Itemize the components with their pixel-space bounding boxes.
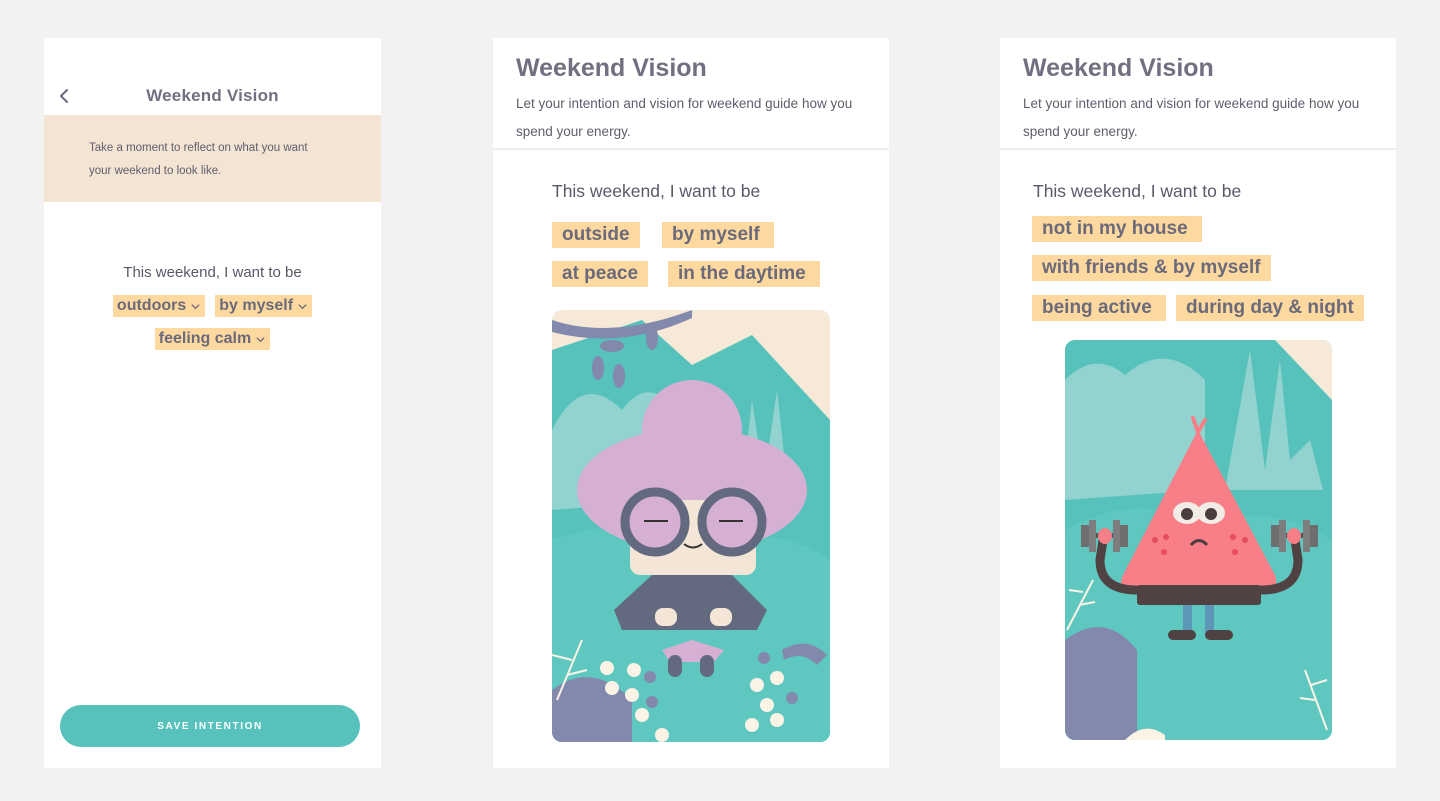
dropdown-value: outdoors <box>116 297 187 314</box>
vision-header: Weekend Vision Let your intention and vi… <box>1000 38 1396 150</box>
vision-calm-screen: Weekend Vision Let your intention and vi… <box>493 38 889 768</box>
save-intention-button[interactable]: SAVE INTENTION <box>60 705 360 747</box>
selection-chip: being active <box>1032 295 1166 321</box>
shoe <box>1168 630 1196 640</box>
selection-chip: in the daytime <box>668 261 820 287</box>
hand <box>710 608 732 626</box>
leg <box>700 655 714 677</box>
intention-prompt: This weekend, I want to be <box>1033 181 1242 201</box>
leaf <box>600 340 624 352</box>
chevron-down-icon <box>191 303 200 309</box>
shorts <box>1137 585 1261 605</box>
pupil <box>1181 508 1193 520</box>
pupil <box>1205 508 1217 520</box>
shoe <box>1205 630 1233 640</box>
meditation-illustration <box>552 310 830 742</box>
vision-title: Weekend Vision <box>516 54 707 82</box>
intention-setup-screen: Weekend Vision Take a moment to reflect … <box>44 38 381 768</box>
selection-chip: by myself <box>662 222 774 248</box>
workout-illustration <box>1065 340 1332 740</box>
selection-row: outdoors by myself <box>44 295 381 317</box>
selection-chip: at peace <box>552 261 649 287</box>
rock <box>1065 627 1137 740</box>
company-dropdown[interactable]: by myself <box>215 295 313 317</box>
vision-active-screen: Weekend Vision Let your intention and vi… <box>1000 38 1396 768</box>
intention-prompt: This weekend, I want to be <box>552 181 761 201</box>
chevron-down-icon <box>256 336 265 342</box>
intention-prompt: This weekend, I want to be <box>123 264 302 281</box>
feeling-dropdown[interactable]: feeling calm <box>154 328 271 350</box>
leg <box>668 655 682 677</box>
hand <box>655 608 677 626</box>
selection-chip: not in my house <box>1032 216 1202 242</box>
selection-chip: during day & night <box>1176 295 1364 321</box>
leaf <box>592 356 604 380</box>
leaf <box>613 364 625 388</box>
selection-row: feeling calm <box>44 328 381 350</box>
vision-header: Weekend Vision Let your intention and vi… <box>493 38 889 150</box>
reflection-banner: Take a moment to reflect on what you wan… <box>44 115 381 202</box>
vision-subtitle: Let your intention and vision for weeken… <box>1023 96 1360 139</box>
top-bar: Weekend Vision <box>44 78 381 116</box>
screen-title: Weekend Vision <box>146 86 279 105</box>
banner-text: Take a moment to reflect on what you wan… <box>89 142 308 177</box>
dropdown-value: feeling calm <box>158 330 252 347</box>
vision-title: Weekend Vision <box>1023 54 1214 82</box>
leaf <box>646 326 658 350</box>
selection-chip: with friends & by myself <box>1032 255 1271 281</box>
vision-subtitle: Let your intention and vision for weeken… <box>516 96 853 139</box>
selection-chip: outside <box>552 222 640 248</box>
place-dropdown[interactable]: outdoors <box>112 295 206 317</box>
chevron-down-icon <box>298 303 307 309</box>
dropdown-value: by myself <box>219 297 294 314</box>
